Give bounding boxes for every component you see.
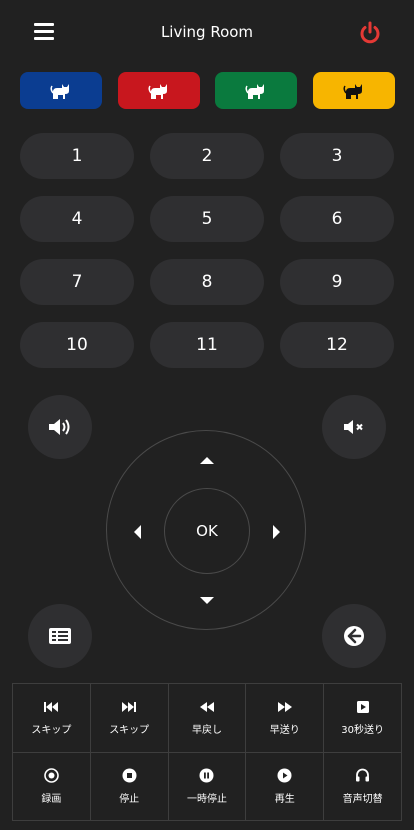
record-button[interactable]: 録画 xyxy=(13,752,91,821)
arrow-left-icon[interactable] xyxy=(134,525,141,539)
cat-icon xyxy=(148,83,167,99)
number-button[interactable]: 10 xyxy=(20,322,134,368)
stop-button[interactable]: 停止 xyxy=(90,752,169,821)
cat-icon xyxy=(245,83,264,99)
number-button[interactable]: 9 xyxy=(280,259,394,305)
skip-back-label: スキップ xyxy=(31,725,72,737)
record-icon xyxy=(44,768,59,784)
skip-forward-button[interactable]: スキップ xyxy=(90,684,169,753)
skip-forward-icon xyxy=(122,702,137,713)
skip-30-button[interactable]: 30秒送り xyxy=(324,684,402,753)
power-button[interactable] xyxy=(357,20,383,46)
number-button[interactable]: 2 xyxy=(150,133,264,179)
volume-up-button[interactable] xyxy=(28,395,92,459)
rewind-button[interactable]: 早戻し xyxy=(168,684,247,753)
yellow-button[interactable] xyxy=(313,72,395,109)
fast-forward-label: 早送り xyxy=(269,725,300,737)
pause-label: 一時停止 xyxy=(186,793,227,805)
skip-back-icon xyxy=(44,702,59,713)
cat-icon xyxy=(50,83,69,99)
back-button[interactable] xyxy=(322,604,386,668)
power-icon xyxy=(360,21,380,44)
green-button[interactable] xyxy=(215,72,297,109)
program-guide-button[interactable] xyxy=(28,604,92,668)
cat-icon xyxy=(343,83,362,99)
skip-30-label: 30秒送り xyxy=(341,725,384,737)
skip-back-button[interactable]: スキップ xyxy=(13,684,91,753)
red-button[interactable] xyxy=(118,72,200,109)
arrow-down-icon[interactable] xyxy=(200,597,214,604)
rewind-icon xyxy=(199,702,214,713)
audio-switch-button[interactable]: 音声切替 xyxy=(324,752,402,821)
fast-forward-icon xyxy=(277,702,292,713)
number-button[interactable]: 12 xyxy=(280,322,394,368)
pause-icon xyxy=(199,768,214,783)
stop-icon xyxy=(122,768,137,783)
mute-button[interactable] xyxy=(322,395,386,459)
number-button[interactable]: 8 xyxy=(150,259,264,305)
number-button[interactable]: 1 xyxy=(20,133,134,179)
number-button[interactable]: 5 xyxy=(150,196,264,242)
play-button[interactable]: 再生 xyxy=(246,752,325,821)
play-icon xyxy=(277,768,292,783)
pause-button[interactable]: 一時停止 xyxy=(168,752,247,821)
skip-30-icon xyxy=(356,701,369,714)
number-button[interactable]: 7 xyxy=(20,259,134,305)
arrow-right-icon[interactable] xyxy=(273,525,280,539)
number-button[interactable]: 3 xyxy=(280,133,394,179)
program-guide-icon xyxy=(49,628,71,644)
fast-forward-button[interactable]: 早送り xyxy=(246,684,325,753)
mute-icon xyxy=(344,420,363,434)
stop-label: 停止 xyxy=(119,793,140,805)
back-arrow-icon xyxy=(344,626,364,646)
header: Living Room xyxy=(0,0,414,64)
volume-up-icon xyxy=(49,419,70,435)
record-label: 録画 xyxy=(41,793,62,805)
rewind-label: 早戻し xyxy=(191,725,222,737)
page-title: Living Room xyxy=(160,23,254,41)
number-button[interactable]: 6 xyxy=(280,196,394,242)
skip-forward-label: スキップ xyxy=(109,725,150,737)
audio-switch-label: 音声切替 xyxy=(342,793,383,805)
play-label: 再生 xyxy=(274,793,295,805)
number-button[interactable]: 11 xyxy=(150,322,264,368)
blue-button[interactable] xyxy=(20,72,102,109)
headphones-icon xyxy=(356,768,370,782)
arrow-up-icon[interactable] xyxy=(200,457,214,464)
ok-button[interactable]: OK xyxy=(164,488,250,574)
number-button[interactable]: 4 xyxy=(20,196,134,242)
playback-grid: スキップ スキップ 早戻し 早送り 30秒送り 録画 停止 一時停止 再生 音声… xyxy=(12,683,402,821)
